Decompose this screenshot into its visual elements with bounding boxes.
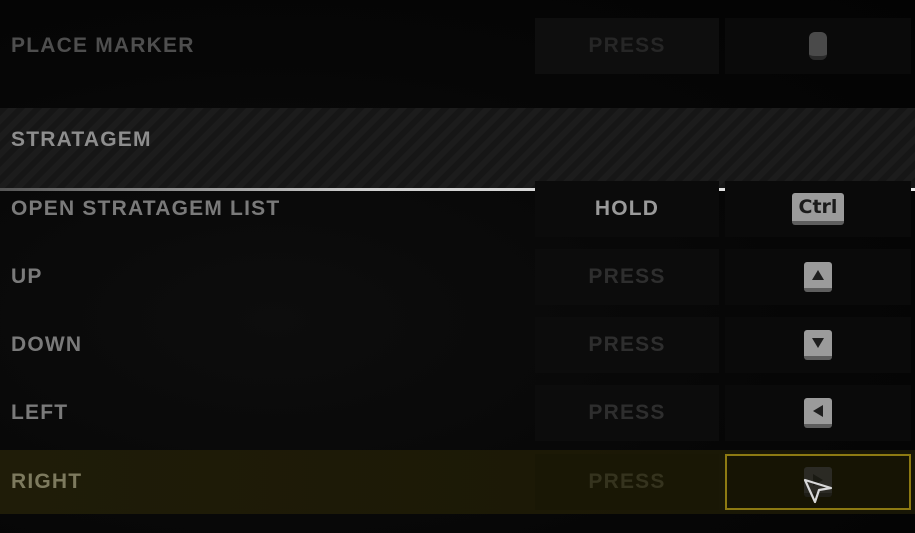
mouse-icon — [809, 32, 827, 60]
arrow-down-key-icon — [804, 330, 832, 360]
keybind-row-place-marker[interactable]: PLACE MARKER PRESS — [0, 14, 915, 78]
keybind-action-button[interactable]: PRESS — [535, 18, 719, 74]
keybind-row-up[interactable]: UP PRESS — [0, 245, 915, 309]
arrow-left-key-icon — [804, 398, 832, 428]
keybind-action-button[interactable]: PRESS — [535, 317, 719, 373]
keybind-action-button[interactable]: PRESS — [535, 385, 719, 441]
keybind-key-cell[interactable] — [725, 249, 911, 305]
keybind-action-button[interactable]: PRESS — [535, 249, 719, 305]
keybind-label: PLACE MARKER — [11, 34, 195, 57]
keybind-key-cell[interactable] — [725, 18, 911, 74]
keybind-action-button[interactable]: HOLD — [535, 181, 719, 237]
cursor-arrow-icon — [803, 478, 833, 504]
keybind-label: UP — [11, 265, 43, 288]
keybind-row-down[interactable]: DOWN PRESS — [0, 313, 915, 377]
keybind-label: RIGHT — [11, 470, 83, 493]
section-header: STRATAGEM — [0, 108, 915, 188]
ctrl-key-icon: Ctrl — [792, 193, 844, 225]
keybind-label: OPEN STRATAGEM LIST — [11, 197, 281, 220]
keybindings-screen: PLACE MARKER PRESS STRATAGEM OPEN STRATA… — [0, 0, 915, 533]
keybind-key-cell[interactable] — [725, 317, 911, 373]
arrow-up-key-icon — [804, 262, 832, 292]
keybind-action-button[interactable]: PRESS — [535, 454, 719, 510]
keybind-row-right[interactable]: RIGHT PRESS — [0, 450, 915, 514]
keybind-row-left[interactable]: LEFT PRESS — [0, 381, 915, 445]
keybind-key-cell[interactable] — [725, 385, 911, 441]
keybind-key-cell[interactable]: Ctrl — [725, 181, 911, 237]
keybind-row-open-stratagem-list[interactable]: OPEN STRATAGEM LIST HOLD Ctrl — [0, 177, 915, 241]
section-title: STRATAGEM — [11, 128, 152, 151]
keybind-label: LEFT — [11, 401, 69, 424]
keybind-label: DOWN — [11, 333, 83, 356]
